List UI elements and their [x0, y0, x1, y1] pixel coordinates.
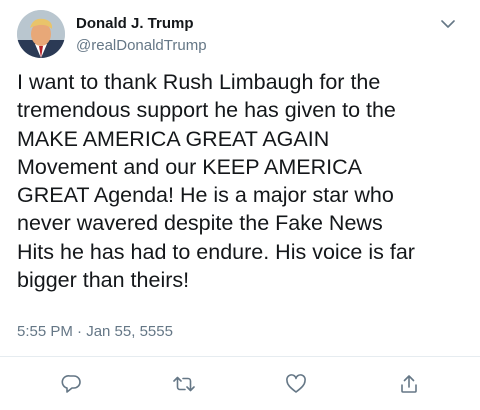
like-button[interactable]: [280, 368, 312, 400]
share-icon: [401, 375, 417, 393]
heart-icon: [286, 374, 306, 393]
tweet-text: I want to thank Rush Limbaugh for the tr…: [17, 70, 415, 293]
reply-icon: [61, 375, 81, 393]
chevron-down-icon: [441, 19, 455, 28]
divider: [0, 356, 480, 357]
retweet-button[interactable]: [168, 368, 200, 400]
author-handle[interactable]: @realDonaldTrump: [76, 37, 207, 55]
tweet-card: Donald J. Trump @realDonaldTrump I want …: [0, 0, 480, 410]
tweet-timestamp[interactable]: 5:55 PM · Jan 55, 5555: [17, 322, 173, 342]
avatar[interactable]: [17, 10, 65, 58]
profile-photo: [17, 10, 65, 58]
tweet-menu-button[interactable]: [436, 12, 460, 36]
retweet-icon: [173, 376, 195, 392]
share-button[interactable]: [393, 368, 425, 400]
reply-button[interactable]: [56, 368, 88, 400]
author-name[interactable]: Donald J. Trump: [76, 15, 194, 33]
